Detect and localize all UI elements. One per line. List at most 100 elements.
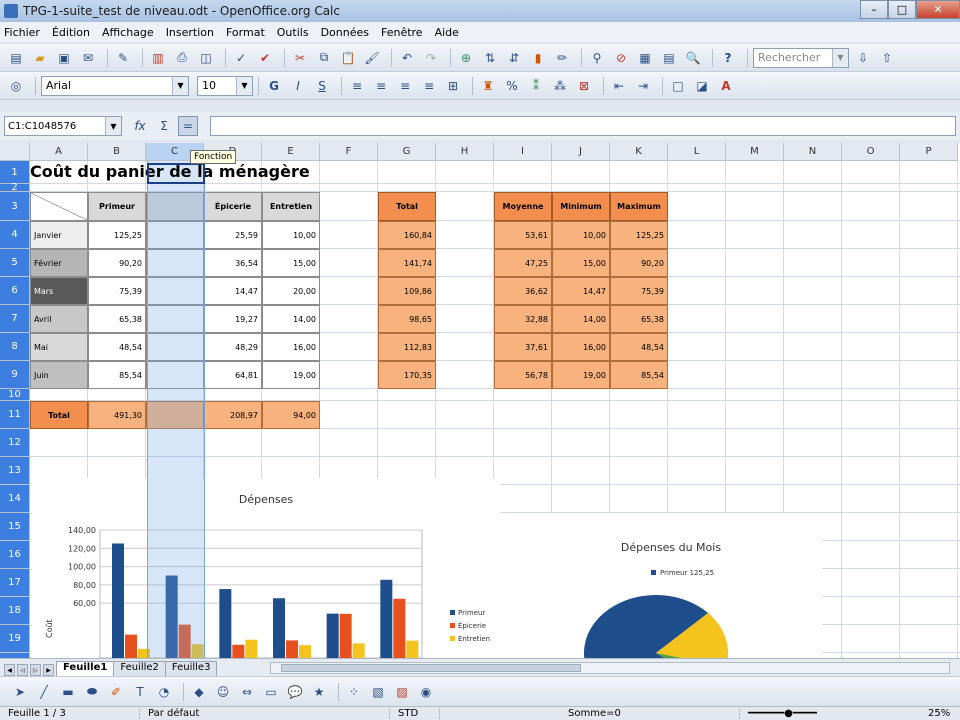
value-cell[interactable]: 19,27: [204, 305, 262, 333]
diagonal-header-cell[interactable]: [30, 192, 88, 221]
menu-aide[interactable]: Aide: [435, 26, 459, 39]
next-sheet-icon[interactable]: ▷: [30, 664, 41, 676]
month-cell[interactable]: Juin: [30, 361, 88, 389]
align-center-icon[interactable]: ≡: [371, 76, 391, 96]
total-cell[interactable]: 112,83: [378, 333, 436, 361]
month-cell[interactable]: Janvier: [30, 221, 88, 249]
edit-file-icon[interactable]: ✎: [113, 48, 133, 68]
ellipse-icon[interactable]: ⬬: [82, 682, 102, 702]
select-all-corner[interactable]: [0, 143, 30, 161]
function-wizard-icon[interactable]: fx: [130, 116, 150, 136]
search-down-icon[interactable]: ⇩: [853, 48, 873, 68]
name-box-dropdown-icon[interactable]: ▼: [105, 117, 121, 135]
print-preview-icon[interactable]: ◫: [196, 48, 216, 68]
month-cell[interactable]: Mars: [30, 277, 88, 305]
menu-edition[interactable]: Édition: [52, 26, 90, 39]
value-cell[interactable]: 36,54: [204, 249, 262, 277]
italic-button[interactable]: I: [288, 76, 308, 96]
search-up-icon[interactable]: ⇧: [877, 48, 897, 68]
total-label[interactable]: Total: [30, 401, 88, 429]
open-folder-icon[interactable]: ▰: [30, 48, 50, 68]
add-decimal-icon[interactable]: ⁂: [550, 76, 570, 96]
column-header-e[interactable]: E: [262, 143, 320, 161]
header-total[interactable]: Total: [378, 192, 436, 221]
copy-icon[interactable]: ⧉: [314, 48, 334, 68]
minimum-cell[interactable]: 15,00: [552, 249, 610, 277]
font-color-icon[interactable]: A: [716, 76, 736, 96]
line-icon[interactable]: ╱: [34, 682, 54, 702]
row-header-3[interactable]: 3: [0, 192, 30, 221]
minimum-cell[interactable]: 16,00: [552, 333, 610, 361]
menu-fenetre[interactable]: Fenêtre: [381, 26, 423, 39]
column-header-p[interactable]: P: [900, 143, 958, 161]
header-entretien[interactable]: Entretien: [262, 192, 320, 221]
number-format-icon[interactable]: ⁑: [526, 76, 546, 96]
align-left-icon[interactable]: ≡: [347, 76, 367, 96]
close-button[interactable]: ✕: [916, 0, 960, 19]
remove-decimal-icon[interactable]: ⊠: [574, 76, 594, 96]
value-cell[interactable]: 125,25: [88, 221, 146, 249]
average-cell[interactable]: 32,88: [494, 305, 552, 333]
total-entretien[interactable]: 94,00: [262, 401, 320, 429]
total-cell[interactable]: 98,65: [378, 305, 436, 333]
undo-icon[interactable]: ↶: [397, 48, 417, 68]
value-cell[interactable]: 65,38: [88, 305, 146, 333]
column-header-k[interactable]: K: [610, 143, 668, 161]
column-header-i[interactable]: I: [494, 143, 552, 161]
symbol-shapes-icon[interactable]: ☺: [213, 682, 233, 702]
maximum-cell[interactable]: 125,25: [610, 221, 668, 249]
row-header-18[interactable]: 18: [0, 597, 30, 625]
redo-icon[interactable]: ↷: [421, 48, 441, 68]
header-maximum[interactable]: Maximum: [610, 192, 668, 221]
total-cell[interactable]: 109,86: [378, 277, 436, 305]
hyperlink-icon[interactable]: ⊕: [456, 48, 476, 68]
prev-sheet-icon[interactable]: ◁: [17, 664, 28, 676]
value-cell[interactable]: 48,29: [204, 333, 262, 361]
minimum-cell[interactable]: 19,00: [552, 361, 610, 389]
row-header-10[interactable]: 10: [0, 389, 30, 401]
autospell-icon[interactable]: ✔: [255, 48, 275, 68]
average-cell[interactable]: 36,62: [494, 277, 552, 305]
datasource-icon[interactable]: ▤: [659, 48, 679, 68]
minimize-button[interactable]: –: [860, 0, 888, 19]
callouts-icon[interactable]: 💬: [285, 682, 305, 702]
month-cell[interactable]: Février: [30, 249, 88, 277]
column-header-l[interactable]: L: [668, 143, 726, 161]
email-icon[interactable]: ✉: [78, 48, 98, 68]
month-cell[interactable]: Avril: [30, 305, 88, 333]
value-cell[interactable]: 85,54: [88, 361, 146, 389]
monthly-pie-chart[interactable]: Dépenses du Mois Primeur 125,25: [500, 513, 822, 658]
spellcheck-icon[interactable]: ✓: [231, 48, 251, 68]
row-header-8[interactable]: 8: [0, 333, 30, 361]
column-header-j[interactable]: J: [552, 143, 610, 161]
tab-feuille1[interactable]: Feuille1: [56, 661, 115, 676]
paste-icon[interactable]: 📋: [338, 48, 358, 68]
help-icon[interactable]: ?: [718, 48, 738, 68]
column-header-m[interactable]: M: [726, 143, 784, 161]
maximum-cell[interactable]: 65,38: [610, 305, 668, 333]
function-equals-icon[interactable]: =: [178, 116, 198, 136]
print-icon[interactable]: ⎙: [172, 48, 192, 68]
value-cell[interactable]: 19,00: [262, 361, 320, 389]
block-arrows-icon[interactable]: ⇔: [237, 682, 257, 702]
value-cell[interactable]: 90,20: [88, 249, 146, 277]
sort-ascending-icon[interactable]: ⇅: [480, 48, 500, 68]
total-primeur[interactable]: 491,30: [88, 401, 146, 429]
decrease-indent-icon[interactable]: ⇤: [609, 76, 629, 96]
row-header-17[interactable]: 17: [0, 569, 30, 597]
sort-descending-icon[interactable]: ⇵: [504, 48, 524, 68]
total-epicerie[interactable]: 208,97: [204, 401, 262, 429]
column-header-h[interactable]: H: [436, 143, 494, 161]
value-cell[interactable]: 14,00: [262, 305, 320, 333]
month-cell[interactable]: Mai: [30, 333, 88, 361]
font-dropdown-icon[interactable]: ▼: [172, 76, 188, 95]
stars-icon[interactable]: ★: [309, 682, 329, 702]
column-header-o[interactable]: O: [842, 143, 900, 161]
chart-icon[interactable]: ▮: [528, 48, 548, 68]
zoom-icon[interactable]: 🔍: [683, 48, 703, 68]
average-cell[interactable]: 37,61: [494, 333, 552, 361]
cut-icon[interactable]: ✂: [290, 48, 310, 68]
row-header-15[interactable]: 15: [0, 513, 30, 541]
last-sheet-icon[interactable]: ▶: [43, 664, 54, 676]
value-cell[interactable]: 48,54: [88, 333, 146, 361]
